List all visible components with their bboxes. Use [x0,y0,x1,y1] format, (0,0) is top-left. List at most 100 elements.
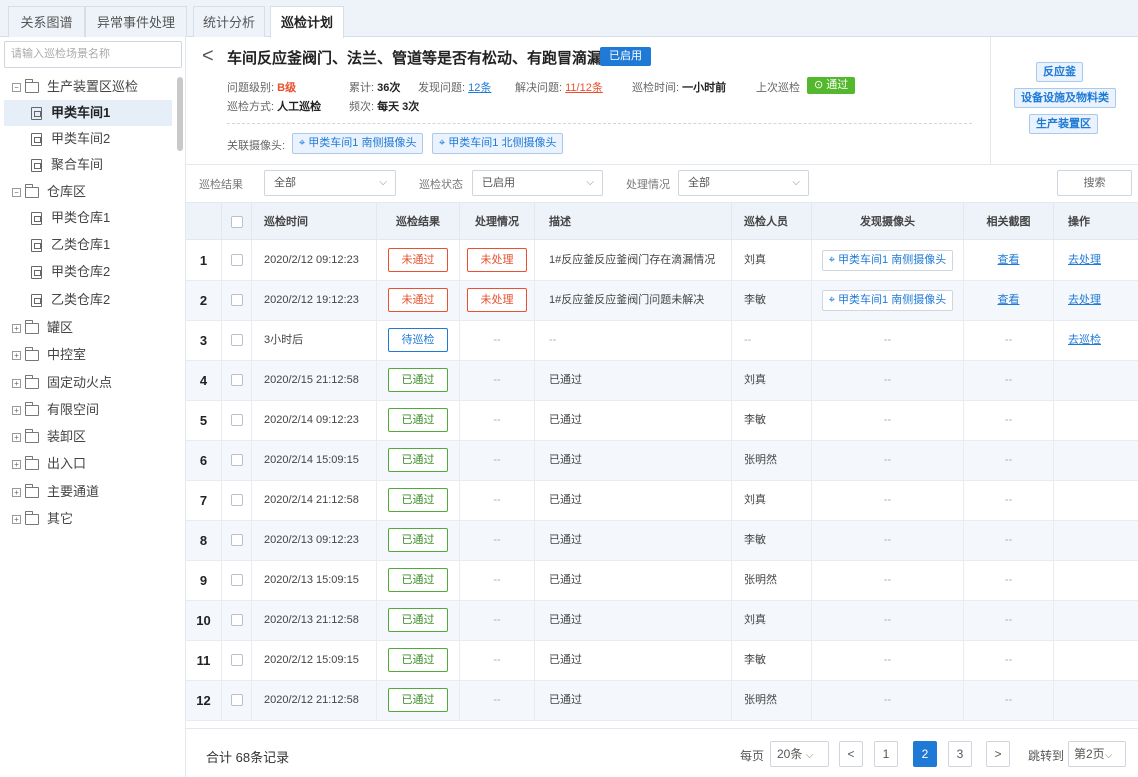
filter-handle-select[interactable]: 全部 ⌵ [678,170,809,196]
camera-tag-south[interactable]: ⌖ 甲类车间1 南侧摄像头 [292,133,424,154]
row-handle: -- [460,481,535,520]
row-index: 2 [186,281,222,320]
tree-group-hot-work[interactable]: + 固定动火点 [12,370,112,396]
expand-icon[interactable]: + [12,351,21,361]
expand-icon[interactable]: + [12,379,21,389]
tab-statistics[interactable]: 统计分析 [193,6,265,37]
tree-item-warehouse-b1[interactable]: 乙类仓库1 [31,232,110,258]
view-screenshot-link[interactable]: 查看 [998,294,1020,306]
camera-tag-north[interactable]: ⌖ 甲类车间1 北侧摄像头 [432,133,564,154]
row-checkbox[interactable] [230,614,243,627]
goto-page-select[interactable]: 第2页⌵ [1068,741,1126,767]
table-row[interactable]: 7 2020/2/14 21:12:58 已通过 -- 已通过 刘真 -- -- [186,481,1138,521]
tree-item-workshop-a1[interactable]: 甲类车间1 [4,100,172,126]
tree-item-workshop-a2[interactable]: 甲类车间2 [31,126,110,152]
table-row[interactable]: 11 2020/2/12 15:09:15 已通过 -- 已通过 李敏 -- -- [186,641,1138,681]
page-2-button[interactable]: 2 [913,741,937,767]
row-action [1054,681,1138,720]
table-row[interactable]: 9 2020/2/13 15:09:15 已通过 -- 已通过 张明然 -- -- [186,561,1138,601]
filter-status-select[interactable]: 已启用 ⌵ [472,170,603,196]
table-row[interactable]: 1 2020/2/12 09:12:23 未通过 未处理 1#反应釜反应釜阀门存在滴漏情… [186,241,1138,281]
meta-found: 发现问题: 12条 [418,82,492,94]
row-index-text: 2 [199,293,208,308]
row-checkbox[interactable] [230,374,243,387]
action-link[interactable]: 去处理 [1068,254,1101,266]
camera-tag[interactable]: ⌖ 甲类车间1 南侧摄像头 [821,289,954,311]
expand-icon[interactable]: + [12,433,21,443]
row-camera: -- [812,521,964,560]
page-3-button[interactable]: 3 [948,741,972,767]
solved-link[interactable]: 11/12条 [565,82,603,94]
row-checkbox[interactable] [230,414,243,427]
expand-icon[interactable]: + [12,324,21,334]
collapse-icon[interactable]: − [12,83,21,93]
table-row[interactable]: 2 2020/2/12 19:12:23 未通过 未处理 1#反应釜反应釜阀门问题未解决… [186,281,1138,321]
view-screenshot-link[interactable]: 查看 [998,254,1020,266]
expand-icon[interactable]: + [12,460,21,470]
tree-group-other[interactable]: + 其它 [12,506,73,532]
collapse-icon[interactable]: − [12,188,21,198]
filter-result-select[interactable]: 全部 ⌵ [264,170,396,196]
table-row[interactable]: 6 2020/2/14 15:09:15 已通过 -- 已通过 张明然 -- -- [186,441,1138,481]
page-1-button[interactable]: 1 [874,741,898,767]
row-checkbox[interactable] [230,494,243,507]
row-checkbox[interactable] [230,454,243,467]
tree-group-production[interactable]: − 生产装置区巡检 [12,74,138,100]
row-screenshot: 查看 [964,241,1054,280]
next-page-button[interactable]: > [986,741,1010,767]
row-checkbox[interactable] [230,334,243,347]
row-checkbox[interactable] [230,574,243,587]
row-person: 张明然 [732,441,812,480]
table-row[interactable]: 10 2020/2/13 21:12:58 已通过 -- 已通过 刘真 -- -- [186,601,1138,641]
tree-group-warehouse[interactable]: − 仓库区 [12,179,86,205]
row-person: 李敏 [732,401,812,440]
tree-group-main-passage[interactable]: + 主要通道 [12,479,99,505]
row-handle-text: -- [493,334,501,346]
row-checkbox[interactable] [230,254,243,267]
row-result: 已通过 [377,401,460,440]
tree-item-warehouse-a2[interactable]: 甲类仓库2 [31,259,110,285]
tree-group-tank[interactable]: + 罐区 [12,315,73,341]
row-action [1054,481,1138,520]
expand-icon[interactable]: + [12,515,21,525]
tree-group-loading[interactable]: + 装卸区 [12,424,86,450]
camera-tag[interactable]: ⌖ 甲类车间1 南侧摄像头 [821,249,954,271]
tab-relation-graph[interactable]: 关系图谱 [8,6,85,37]
tab-inspection-plan[interactable]: 巡检计划 [270,6,344,38]
table-row[interactable]: 4 2020/2/15 21:12:58 已通过 -- 已通过 刘真 -- -- [186,361,1138,401]
table-row[interactable]: 3 3小时后 待巡检 -- -- -- -- -- 去巡检 [186,321,1138,361]
tree-group-confined-space[interactable]: + 有限空间 [12,397,99,423]
tree-group-control-room[interactable]: + 中控室 [12,342,86,368]
table-row[interactable]: 8 2020/2/13 09:12:23 已通过 -- 已通过 李敏 -- -- [186,521,1138,561]
found-link[interactable]: 12条 [468,82,491,94]
action-link[interactable]: 去巡检 [1068,334,1101,346]
tree-item-warehouse-a1[interactable]: 甲类仓库1 [31,205,110,231]
row-checkbox[interactable] [230,654,243,667]
tag-reactor[interactable]: 反应釜 [1036,62,1083,82]
tab-exception-handling[interactable]: 异常事件处理 [85,6,187,37]
sidebar-scrollbar[interactable] [177,77,183,151]
scene-search-input[interactable]: 请输入巡检场景名称 [4,41,182,68]
row-action: 去巡检 [1054,321,1138,360]
row-index: 1 [186,241,222,280]
tag-equipment[interactable]: 设备设施及物料类 [1014,88,1116,108]
action-link[interactable]: 去处理 [1068,294,1101,306]
expand-icon[interactable]: + [12,488,21,498]
table-row[interactable]: 5 2020/2/14 09:12:23 已通过 -- 已通过 李敏 -- -- [186,401,1138,441]
row-action [1054,361,1138,400]
row-checkbox[interactable] [230,694,243,707]
row-checkbox[interactable] [230,534,243,547]
expand-icon[interactable]: + [12,406,21,416]
table-row[interactable]: 12 2020/2/12 21:12:58 已通过 -- 已通过 张明然 -- -- [186,681,1138,721]
tree-item-warehouse-b2[interactable]: 乙类仓库2 [31,287,110,313]
tree-group-entrance[interactable]: + 出入口 [12,451,86,477]
tree-item-polymer-workshop[interactable]: 聚合车间 [31,152,103,178]
row-person-text: 张明然 [744,574,777,586]
row-checkbox[interactable] [230,294,243,307]
select-all-checkbox[interactable] [230,216,243,229]
back-button[interactable]: < [202,45,214,68]
prev-page-button[interactable]: < [839,741,863,767]
search-button[interactable]: 搜索 [1057,170,1132,196]
per-page-select[interactable]: 20条 ⌵ [770,741,829,767]
tag-production-area[interactable]: 生产装置区 [1029,114,1098,134]
